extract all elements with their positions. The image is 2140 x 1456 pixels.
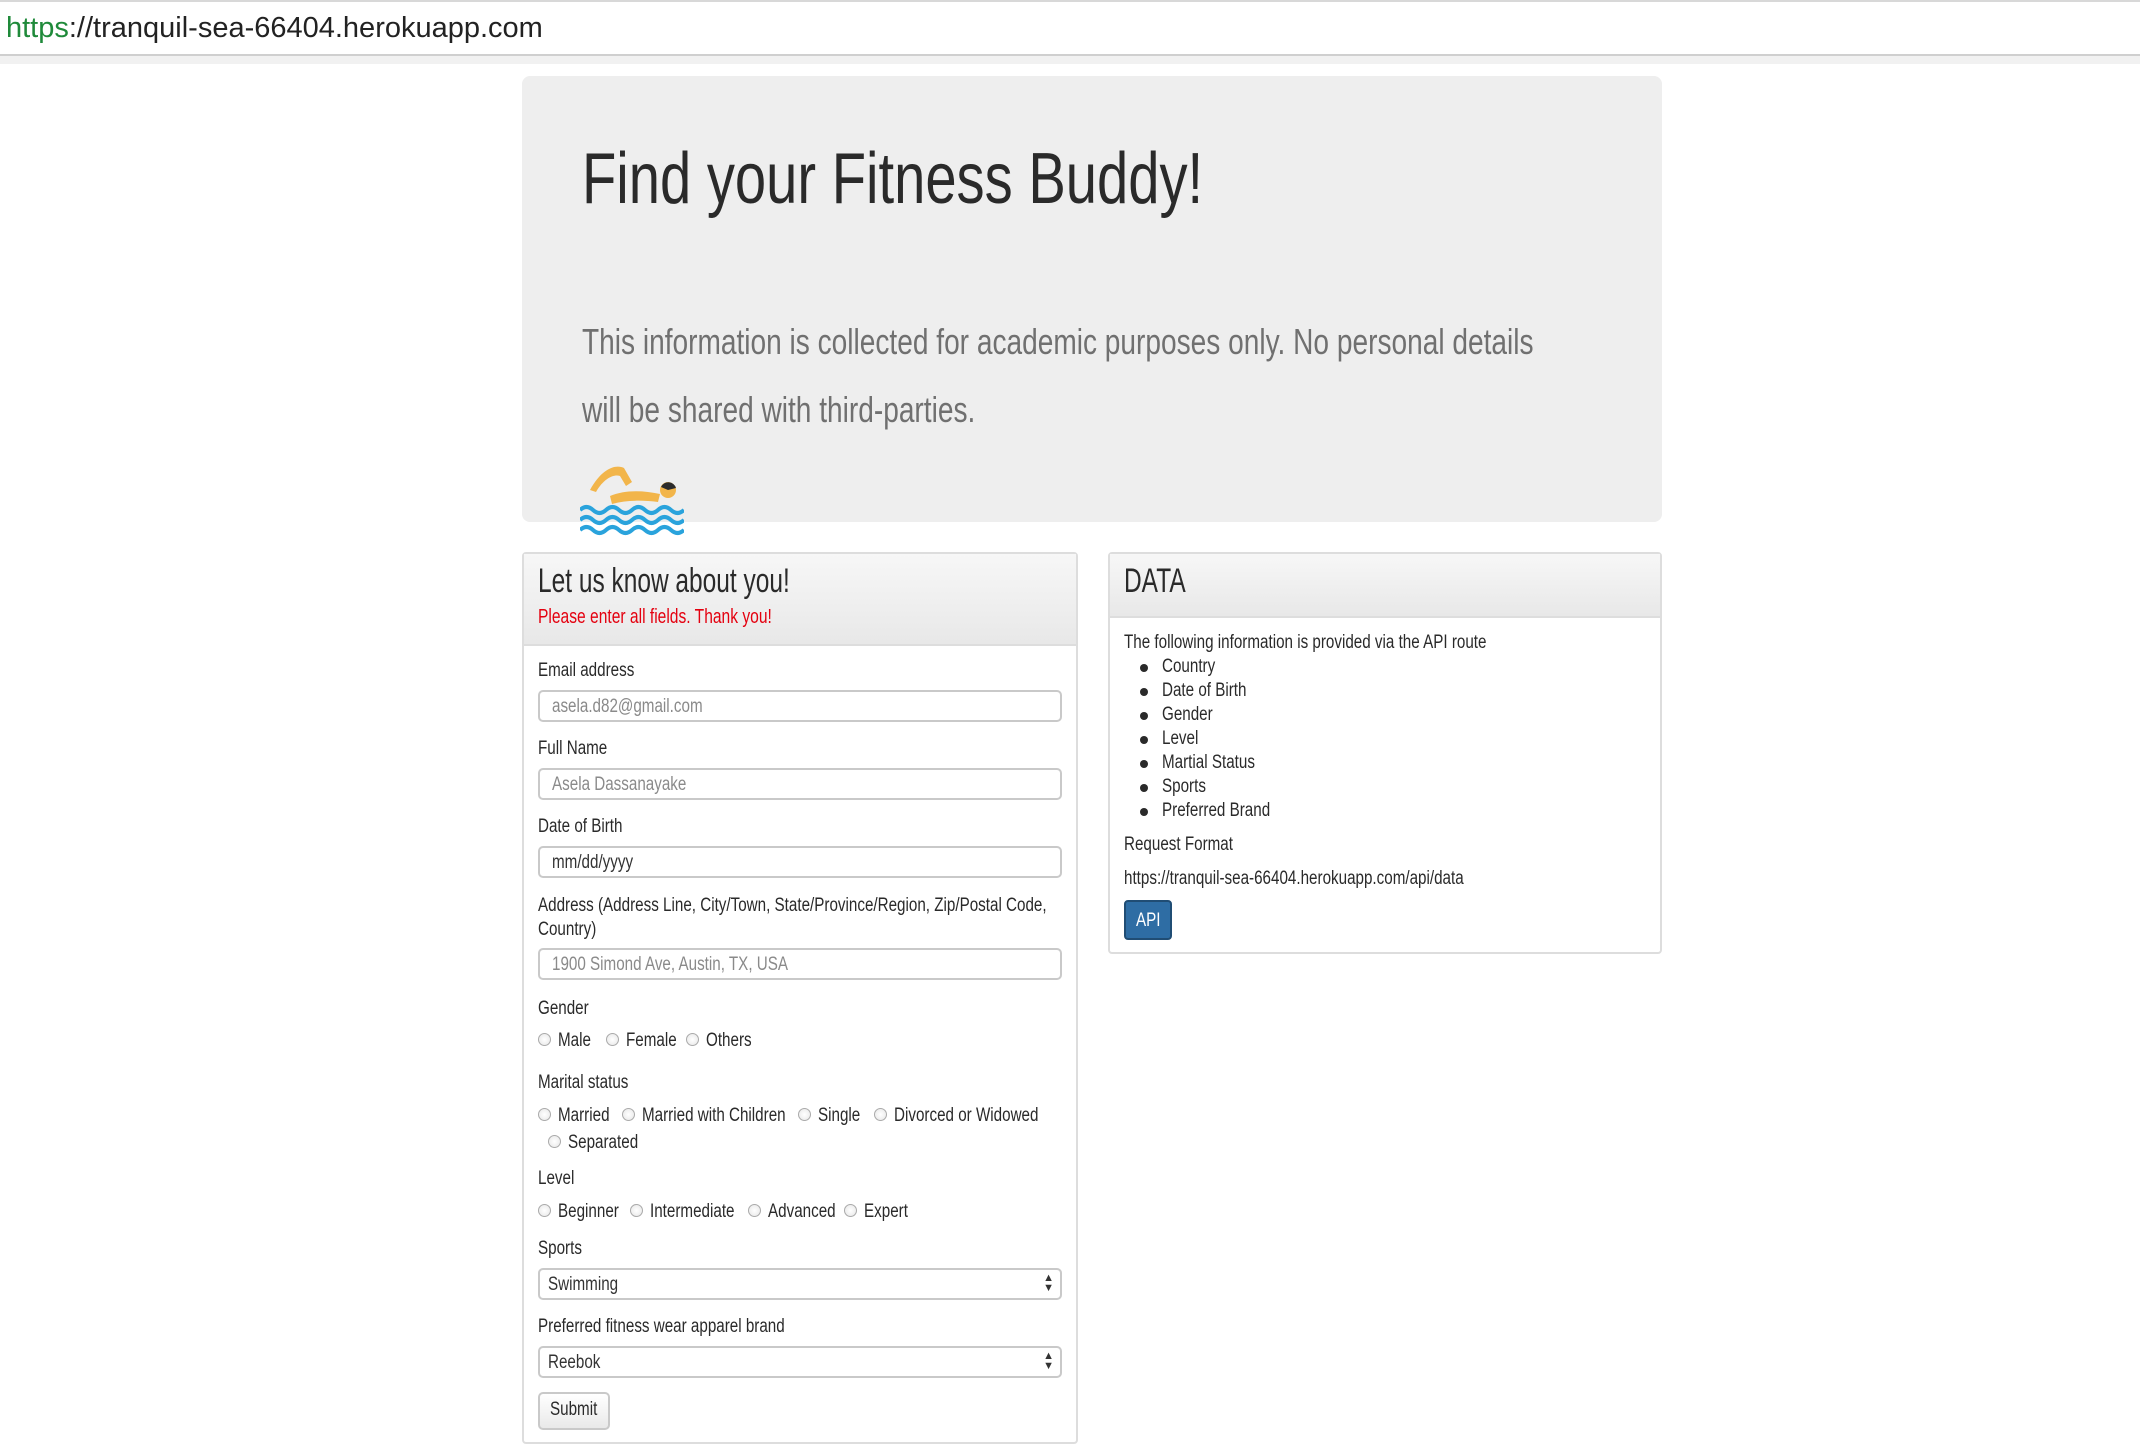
- select-arrows-icon: ▲ ▼: [1043, 1350, 1054, 1372]
- email-field[interactable]: asela.d82@gmail.com: [538, 690, 1062, 722]
- hero-banner: Find your Fitness Buddy! This informatio…: [522, 76, 1662, 535]
- sports-select[interactable]: Swimming ▲ ▼: [538, 1268, 1062, 1300]
- brand-select[interactable]: Reebok ▲ ▼: [538, 1346, 1062, 1378]
- url-scheme: https: [6, 12, 69, 44]
- api-field-item: Country: [1162, 656, 1216, 677]
- marital-single-radio[interactable]: [798, 1108, 811, 1121]
- gender-female-label[interactable]: Female: [626, 1030, 677, 1052]
- address-field[interactable]: 1900 Simond Ave, Austin, TX, USA: [538, 948, 1062, 980]
- gender-others-radio[interactable]: [686, 1033, 699, 1046]
- gender-male-radio[interactable]: [538, 1033, 551, 1046]
- marital-married-radio[interactable]: [538, 1108, 551, 1121]
- bullet-icon: [1140, 664, 1148, 672]
- privacy-notice: This information is collected for academ…: [582, 321, 1534, 430]
- browser-url-bar[interactable]: https://tranquil-sea-66404.herokuapp.com: [0, 0, 2140, 56]
- marital-divorced-radio[interactable]: [874, 1108, 887, 1121]
- marital-married-children-label[interactable]: Married with Children: [642, 1105, 786, 1127]
- dob-placeholder: mm/dd/yyyy: [552, 852, 634, 873]
- email-placeholder: asela.d82@gmail.com: [552, 696, 703, 717]
- level-expert-radio[interactable]: [844, 1204, 857, 1217]
- api-field-item: Gender: [1162, 704, 1213, 725]
- dob-label: Date of Birth: [538, 816, 623, 837]
- api-field-item: Sports: [1162, 776, 1206, 797]
- level-advanced-label[interactable]: Advanced: [768, 1201, 836, 1223]
- dob-field[interactable]: mm/dd/yyyy: [538, 846, 1062, 878]
- bullet-icon: [1140, 808, 1148, 816]
- form-panel-heading: Let us know about you! Please enter all …: [524, 554, 1076, 646]
- form-required-notice: Please enter all fields. Thank you!: [538, 606, 772, 628]
- full-name-label: Full Name: [538, 738, 608, 759]
- marital-married-label[interactable]: Married: [558, 1105, 610, 1127]
- marital-divorced-label[interactable]: Divorced or Widowed: [894, 1105, 1038, 1127]
- data-panel-heading: DATA: [1110, 554, 1660, 618]
- user-info-form-panel: Let us know about you! Please enter all …: [522, 552, 1078, 1444]
- api-field-item: Date of Birth: [1162, 680, 1247, 701]
- marital-separated-label[interactable]: Separated: [568, 1132, 638, 1154]
- api-button[interactable]: API: [1124, 900, 1172, 940]
- sports-selected-value: Swimming: [548, 1274, 619, 1295]
- api-field-item: Preferred Brand: [1162, 800, 1271, 821]
- data-panel-title: DATA: [1124, 562, 1186, 600]
- url-text[interactable]: https://tranquil-sea-66404.herokuapp.com: [6, 12, 543, 45]
- swimmer-icon: [578, 460, 686, 540]
- form-title: Let us know about you!: [538, 562, 790, 600]
- marital-married-children-radio[interactable]: [622, 1108, 635, 1121]
- gender-label: Gender: [538, 998, 589, 1019]
- submit-button-label: Submit: [550, 1399, 598, 1420]
- marital-status-label: Marital status: [538, 1072, 629, 1093]
- url-host: ://tranquil-sea-66404.herokuapp.com: [68, 12, 543, 44]
- level-intermediate-label[interactable]: Intermediate: [650, 1201, 735, 1223]
- email-label: Email address: [538, 660, 635, 681]
- marital-separated-radio[interactable]: [548, 1135, 561, 1148]
- address-placeholder: 1900 Simond Ave, Austin, TX, USA: [552, 954, 789, 975]
- level-advanced-radio[interactable]: [748, 1204, 761, 1217]
- sports-label: Sports: [538, 1238, 582, 1259]
- api-request-url: https://tranquil-sea-66404.herokuapp.com…: [1124, 868, 1464, 889]
- api-button-label: API: [1136, 910, 1161, 931]
- select-arrows-icon: ▲ ▼: [1043, 1272, 1054, 1294]
- submit-button[interactable]: Submit: [538, 1392, 610, 1430]
- level-label: Level: [538, 1168, 575, 1189]
- address-label: Address (Address Line, City/Town, State/…: [538, 895, 1047, 940]
- bullet-icon: [1140, 736, 1148, 744]
- level-intermediate-radio[interactable]: [630, 1204, 643, 1217]
- api-intro-text: The following information is provided vi…: [1124, 632, 1487, 653]
- full-name-placeholder: Asela Dassanayake: [552, 774, 687, 795]
- level-beginner-label[interactable]: Beginner: [558, 1201, 619, 1223]
- bullet-icon: [1140, 784, 1148, 792]
- gender-male-label[interactable]: Male: [558, 1030, 591, 1052]
- marital-single-label[interactable]: Single: [818, 1105, 860, 1127]
- bullet-icon: [1140, 760, 1148, 768]
- level-beginner-radio[interactable]: [538, 1204, 551, 1217]
- gender-female-radio[interactable]: [606, 1033, 619, 1046]
- api-data-panel: DATA The following information is provid…: [1108, 552, 1662, 954]
- toolbar-divider: [0, 56, 2140, 64]
- page-title: Find your Fitness Buddy!: [582, 139, 1204, 219]
- bullet-icon: [1140, 712, 1148, 720]
- bullet-icon: [1140, 688, 1148, 696]
- request-format-label: Request Format: [1124, 834, 1233, 855]
- brand-selected-value: Reebok: [548, 1352, 601, 1373]
- api-field-item: Level: [1162, 728, 1199, 749]
- api-field-item: Martial Status: [1162, 752, 1255, 773]
- brand-label: Preferred fitness wear apparel brand: [538, 1316, 785, 1337]
- full-name-field[interactable]: Asela Dassanayake: [538, 768, 1062, 800]
- level-expert-label[interactable]: Expert: [864, 1201, 908, 1223]
- gender-others-label[interactable]: Others: [706, 1030, 752, 1052]
